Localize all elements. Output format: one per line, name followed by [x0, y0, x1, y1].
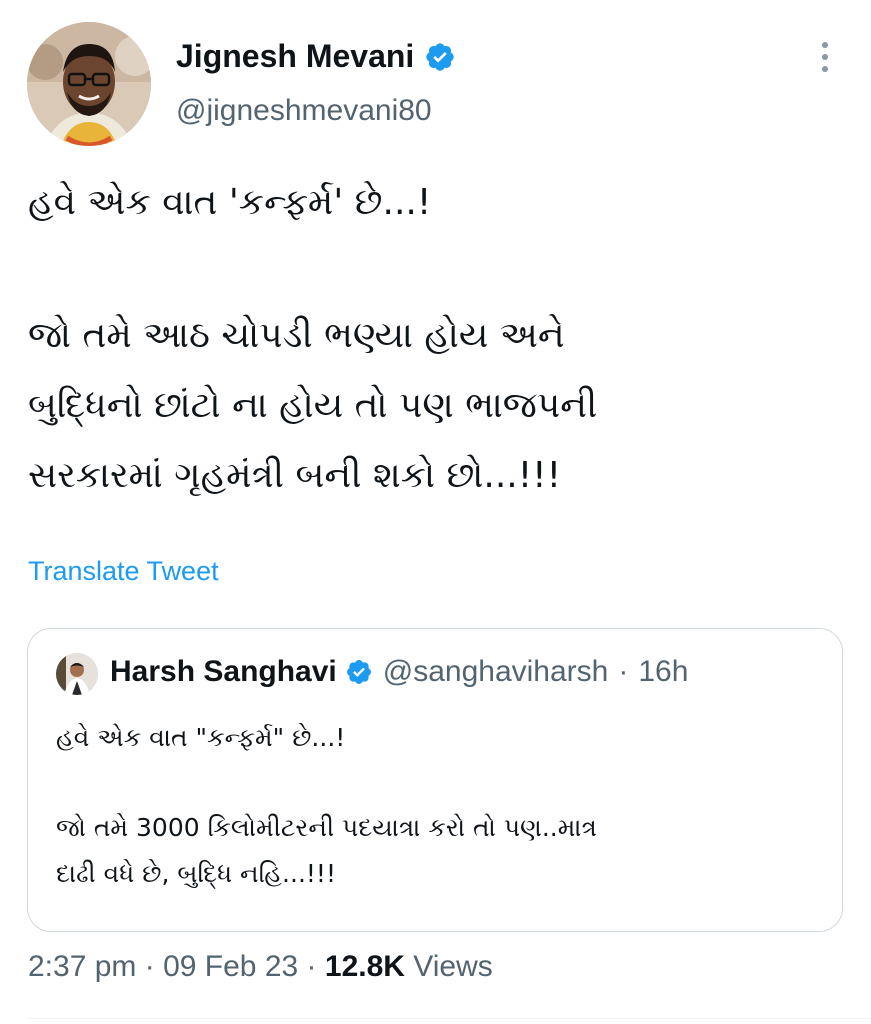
author-name[interactable]: Jignesh Mevani — [176, 38, 414, 75]
more-vertical-icon[interactable] — [815, 42, 835, 78]
divider — [28, 1018, 871, 1019]
quoted-line: હવે એક વાત "કન્ફર્મ" છે...! — [56, 723, 346, 752]
quoted-timestamp: 16h — [638, 655, 689, 688]
quoted-tweet-card[interactable]: Harsh Sanghavi @sanghaviharsh · 16h હવે … — [27, 628, 843, 932]
tweet-line: બુદ્ધિનો છાંટો ના હોય તો પણ ભાજપની — [28, 385, 598, 426]
separator-dot: · — [618, 655, 629, 688]
separator-dot: · — [144, 950, 155, 983]
quoted-author-avatar — [56, 653, 98, 695]
tweet-meta: 2:37 pm · 09 Feb 23 · 12.8K Views — [28, 950, 493, 984]
views-count: 12.8K — [324, 950, 405, 983]
verified-badge-icon — [426, 42, 454, 71]
author-name-row: Jignesh Mevani — [176, 38, 456, 75]
views-label: Views — [413, 950, 493, 983]
quoted-avatar-image — [56, 653, 98, 695]
translate-tweet-link[interactable]: Translate Tweet — [28, 556, 219, 587]
tweet-time[interactable]: 2:37 pm — [28, 950, 136, 983]
quoted-line: જો તમે 3000 કિલોમીટરની પદયાત્રા કરો તો પ… — [56, 813, 597, 842]
quoted-line: દાઢી વધે છે, બુદ્ધિ નહિ...!!! — [56, 859, 336, 888]
tweet-line: જો તમે આઠ ચોપડી ભણ્યા હોય અને — [28, 315, 565, 356]
tweet-line: હવે એક વાત 'કન્ફર્મ' છે...! — [28, 182, 432, 223]
quoted-author-handle: @sanghaviharsh — [382, 655, 609, 688]
tweet-date[interactable]: 09 Feb 23 — [163, 950, 298, 983]
author-avatar-image — [27, 22, 151, 146]
quoted-author-name: Harsh Sanghavi — [110, 655, 337, 688]
tweet-line: સરકારમાં ગૃહમંત્રી બની શકો છો...!!! — [28, 455, 562, 496]
quoted-header: Harsh Sanghavi @sanghaviharsh · 16h — [110, 655, 688, 689]
tweet-text: હવે એક વાત 'કન્ફર્મ' છે...! જો તમે આઠ ચો… — [28, 168, 848, 511]
separator-dot: · — [306, 950, 317, 983]
quoted-tweet-text: હવે એક વાત "કન્ફર્મ" છે...! જો તમે 3000 … — [56, 715, 816, 897]
verified-badge-icon — [346, 660, 371, 684]
author-avatar[interactable] — [27, 22, 151, 146]
author-handle[interactable]: @jigneshmevani80 — [176, 94, 432, 128]
